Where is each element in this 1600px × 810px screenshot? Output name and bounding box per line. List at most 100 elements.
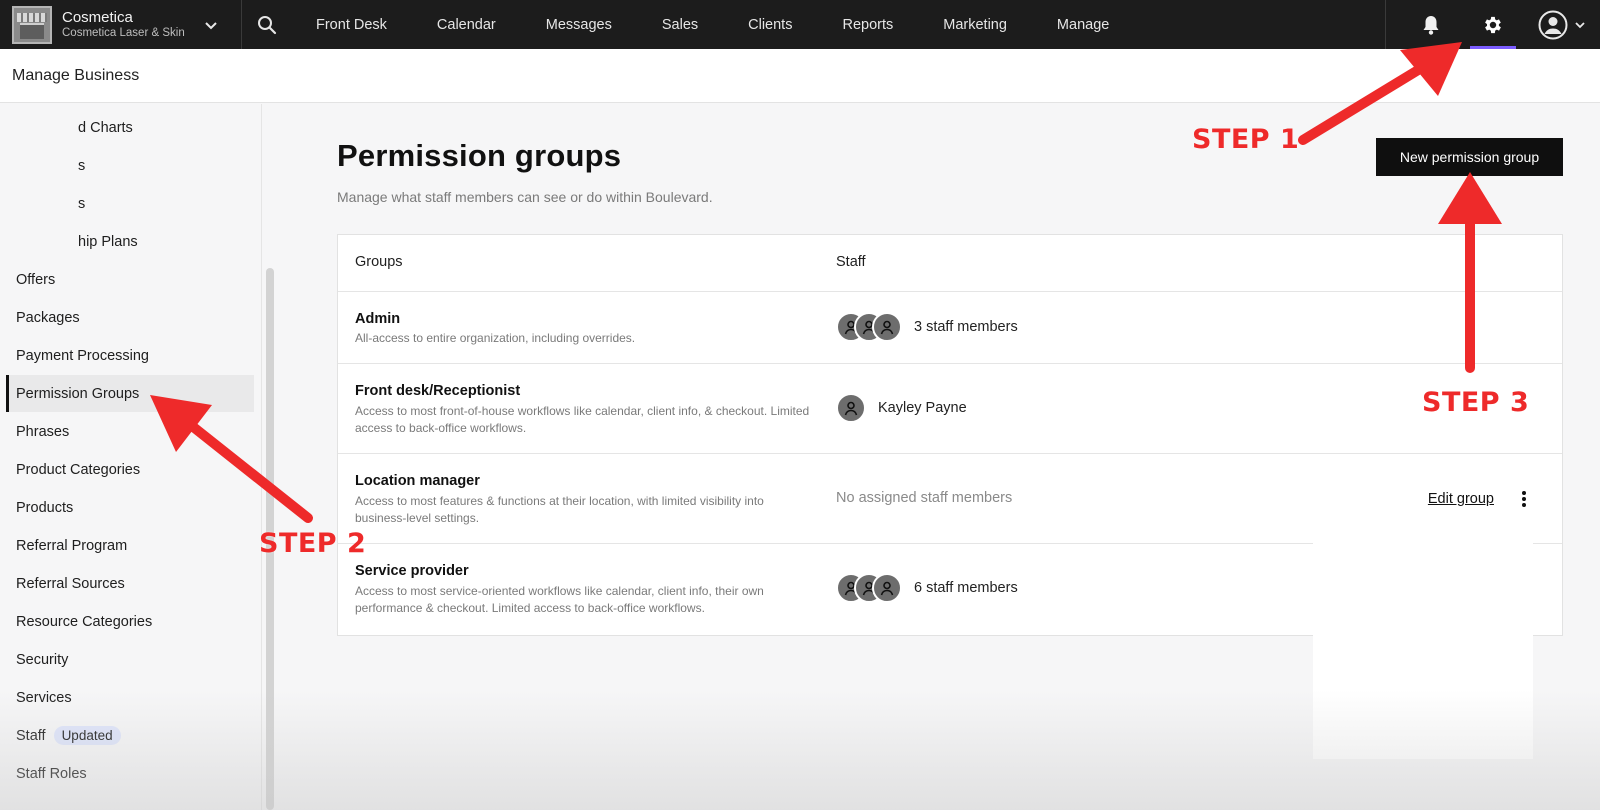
group-description: All-access to entire organization, inclu… xyxy=(355,331,636,345)
sidebar-item-staff[interactable]: Staff Updated xyxy=(6,717,254,754)
staff-cell: 6 staff members xyxy=(836,573,1018,603)
updated-badge: Updated xyxy=(53,726,121,745)
sidebar-item-offers[interactable]: Offers xyxy=(6,261,254,298)
settings-button[interactable] xyxy=(1462,0,1524,49)
main-nav: Front Desk Calendar Messages Sales Clien… xyxy=(292,0,1134,49)
avatar-stack xyxy=(836,312,902,342)
column-header-staff: Staff xyxy=(836,254,866,270)
sidebar-item-label: s xyxy=(78,195,86,212)
staff-count: 3 staff members xyxy=(914,319,1018,335)
sidebar-item-label: Services xyxy=(16,689,72,706)
nav-front-desk[interactable]: Front Desk xyxy=(292,17,412,33)
sidebar-item-label: Resource Categories xyxy=(16,613,153,630)
sidebar-item-label: d Charts xyxy=(78,119,133,136)
nav-clients[interactable]: Clients xyxy=(723,17,817,33)
group-description: Access to most service-oriented workflow… xyxy=(355,584,764,615)
avatar xyxy=(872,573,902,603)
avatar xyxy=(872,312,902,342)
user-icon xyxy=(880,320,894,335)
group-name: Admin xyxy=(355,311,401,327)
sidebar-item-label: Referral Sources xyxy=(16,575,125,592)
no-staff-label: No assigned staff members xyxy=(836,490,1013,506)
bell-icon xyxy=(1423,15,1439,35)
sidebar-item-label: Permission Groups xyxy=(16,385,140,402)
step-3-label: STEP 3 xyxy=(1422,387,1530,418)
sidebar-item-permission-groups[interactable]: Permission Groups xyxy=(6,375,254,412)
group-description: Access to most front-of-house workflows … xyxy=(355,404,810,435)
column-header-groups: Groups xyxy=(355,254,403,270)
group-description: Access to most features & functions at t… xyxy=(355,494,764,525)
group-name: Location manager xyxy=(355,473,480,489)
business-name: Cosmetica xyxy=(62,9,133,27)
sidebar-item-staff-roles[interactable]: Staff Roles xyxy=(6,755,254,792)
table-row[interactable]: Location manager Access to most features… xyxy=(338,454,1562,544)
sidebar-item-truncated[interactable]: s xyxy=(6,185,254,222)
business-location: Cosmetica Laser & Skin xyxy=(62,26,185,39)
table-row[interactable]: Admin All-access to entire organization,… xyxy=(338,292,1562,364)
sidebar-item-label: Staff xyxy=(16,727,46,744)
search-icon xyxy=(258,15,277,34)
staff-cell: 3 staff members xyxy=(836,312,1018,342)
nav-sales[interactable]: Sales xyxy=(637,17,723,33)
business-switcher[interactable]: Cosmetica Cosmetica Laser & Skin xyxy=(0,0,242,49)
sidebar-item-label: Products xyxy=(16,499,74,516)
sidebar-item-label: Product Categories xyxy=(16,461,141,478)
business-logo xyxy=(12,5,52,44)
staff-cell: No assigned staff members xyxy=(836,490,1012,506)
more-options-button[interactable] xyxy=(1516,489,1532,509)
nav-messages[interactable]: Messages xyxy=(521,17,637,33)
sidebar-item-label: Packages xyxy=(16,309,80,326)
page-subtitle: Manage what staff members can see or do … xyxy=(337,189,713,205)
user-icon xyxy=(844,401,858,416)
table-row[interactable]: Front desk/Receptionist Access to most f… xyxy=(338,364,1562,454)
chevron-down-icon xyxy=(1575,21,1585,28)
sidebar-item-label: Phrases xyxy=(16,423,70,440)
sidebar-item-product-categories[interactable]: Product Categories xyxy=(6,451,254,488)
sidebar-item-label: s xyxy=(78,157,86,174)
kebab-menu-icon xyxy=(1522,491,1526,507)
step-1-label: STEP 1 xyxy=(1192,124,1300,155)
sidebar-item-label: Security xyxy=(16,651,69,668)
staff-count: 6 staff members xyxy=(914,580,1018,596)
page-title: Permission groups xyxy=(337,138,622,173)
sidebar-item-label: hip Plans xyxy=(78,233,138,250)
sidebar-item-membership-plans[interactable]: hip Plans xyxy=(6,223,254,260)
sidebar-item-products[interactable]: Products xyxy=(6,489,254,526)
subheader: Manage Business xyxy=(0,49,1600,103)
sidebar-item-security[interactable]: Security xyxy=(6,641,254,678)
sidebar-item-label: Staff Roles xyxy=(16,765,87,782)
sidebar-item-referral-sources[interactable]: Referral Sources xyxy=(6,565,254,602)
sidebar-item-resource-categories[interactable]: Resource Categories xyxy=(6,603,254,640)
row-actions: Edit group xyxy=(1428,489,1532,509)
nav-marketing[interactable]: Marketing xyxy=(918,17,1032,33)
staff-name: Kayley Payne xyxy=(878,400,967,416)
top-nav: Cosmetica Cosmetica Laser & Skin Front D… xyxy=(0,0,1600,49)
nav-reports[interactable]: Reports xyxy=(817,17,918,33)
sidebar-item-services[interactable]: Services xyxy=(6,679,254,716)
user-icon xyxy=(880,581,894,596)
search-button[interactable] xyxy=(242,0,292,49)
table-header: Groups Staff xyxy=(338,235,1562,292)
chevron-down-icon xyxy=(205,21,217,29)
new-permission-group-button[interactable]: New permission group xyxy=(1376,138,1563,176)
gear-icon xyxy=(1485,16,1501,33)
user-avatar-icon xyxy=(1538,10,1568,39)
sidebar-item-referral-program[interactable]: Referral Program xyxy=(6,527,254,564)
nav-manage[interactable]: Manage xyxy=(1032,17,1134,33)
sidebar-item-packages[interactable]: Packages xyxy=(6,299,254,336)
sidebar-item-label: Offers xyxy=(16,271,56,288)
nav-calendar[interactable]: Calendar xyxy=(412,17,521,33)
edit-group-link[interactable]: Edit group xyxy=(1428,491,1494,507)
avatar xyxy=(836,393,866,423)
sidebar-item-truncated[interactable]: s xyxy=(6,147,254,184)
sidebar-item-charts[interactable]: d Charts xyxy=(6,109,254,146)
sidebar-item-payment-processing[interactable]: Payment Processing xyxy=(6,337,254,374)
sidebar: d Charts s s hip Plans Offers Packages P… xyxy=(0,104,262,810)
sidebar-item-label: Referral Program xyxy=(16,537,128,554)
account-menu[interactable] xyxy=(1524,0,1600,49)
sidebar-item-label: Payment Processing xyxy=(16,347,149,364)
notifications-button[interactable] xyxy=(1400,0,1462,49)
group-name: Front desk/Receptionist xyxy=(355,383,521,399)
page-section-title: Manage Business xyxy=(12,66,140,84)
sidebar-item-phrases[interactable]: Phrases xyxy=(6,413,254,450)
